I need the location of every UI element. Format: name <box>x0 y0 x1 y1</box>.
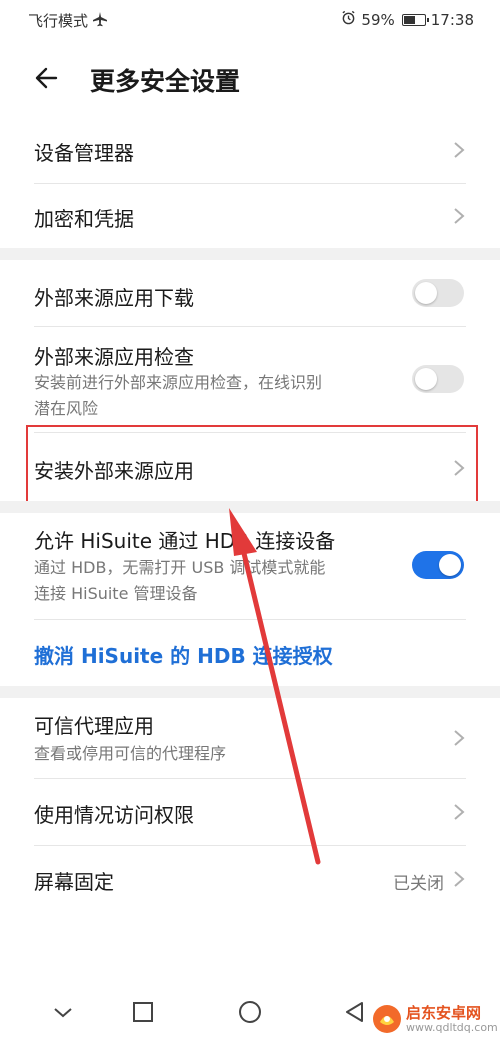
row-external-check[interactable]: 外部来源应用检查 安装前进行外部来源应用检查，在线识别 潜在风险 <box>0 327 500 432</box>
section-gap <box>0 248 500 260</box>
battery-fill <box>403 15 415 24</box>
airplane-icon <box>92 11 108 31</box>
row-subtitle-line2: 潜在风险 <box>34 399 99 418</box>
chevron-right-icon <box>452 802 466 822</box>
watermark-logo-icon <box>373 1005 401 1033</box>
nav-collapse-button[interactable] <box>48 997 78 1027</box>
nav-recents-button[interactable] <box>128 997 158 1027</box>
row-title: 设备管理器 <box>34 141 134 165</box>
toggle-knob <box>415 368 437 390</box>
row-subtitle: 查看或停用可信的代理程序 <box>34 744 227 763</box>
status-left: 飞行模式 <box>28 10 108 31</box>
alarm-icon <box>341 10 356 29</box>
nav-back-button[interactable] <box>340 997 370 1027</box>
chevron-right-icon <box>452 728 466 748</box>
back-button[interactable] <box>30 60 66 96</box>
row-encryption[interactable]: 加密和凭据 <box>0 184 500 248</box>
chevron-right-icon <box>452 206 466 226</box>
row-title: 允许 HiSuite 通过 HDB 连接设备 <box>34 529 336 553</box>
watermark-url: www.qdltdq.com <box>406 1021 498 1034</box>
row-title: 外部来源应用下载 <box>34 286 194 310</box>
row-external-download[interactable]: 外部来源应用下载 <box>0 260 500 326</box>
external-download-toggle[interactable] <box>412 279 464 307</box>
row-title: 可信代理应用 <box>34 714 154 738</box>
chevron-right-icon <box>452 869 466 889</box>
status-time: 17:38 <box>430 10 474 29</box>
page-title: 更多安全设置 <box>90 67 241 96</box>
square-icon <box>133 1002 153 1022</box>
hisuite-hdb-toggle[interactable] <box>412 551 464 579</box>
screen-pinning-value: 已关闭 <box>393 874 444 894</box>
highlight-box <box>26 425 478 511</box>
row-hisuite-hdb[interactable]: 允许 HiSuite 通过 HDB 连接设备 通过 HDB，无需打开 USB 调… <box>0 513 500 619</box>
status-right: 59% 17:38 <box>341 10 474 29</box>
revoke-hisuite-link[interactable]: 撤消 HiSuite 的 HDB 连接授权 <box>34 640 333 669</box>
section-gap <box>0 686 500 698</box>
row-subtitle-line2: 连接 HiSuite 管理设备 <box>34 584 198 603</box>
airplane-mode-label: 飞行模式 <box>28 12 89 30</box>
triangle-back-icon <box>346 1002 363 1022</box>
chevron-down-icon <box>54 1008 72 1018</box>
row-trust-agents[interactable]: 可信代理应用 查看或停用可信的代理程序 <box>0 698 500 778</box>
row-revoke-hisuite[interactable]: 撤消 HiSuite 的 HDB 连接授权 <box>0 620 500 686</box>
watermark-name: 启东安卓网 <box>406 1004 482 1022</box>
external-check-toggle[interactable] <box>412 365 464 393</box>
header: 更多安全设置 <box>0 50 500 106</box>
back-arrow-icon <box>35 67 58 89</box>
row-usage-access[interactable]: 使用情况访问权限 <box>0 779 500 845</box>
battery-percent: 59% <box>361 10 395 29</box>
row-title: 加密和凭据 <box>34 207 134 231</box>
row-title: 屏幕固定 <box>34 870 114 894</box>
row-title: 使用情况访问权限 <box>34 803 194 827</box>
chevron-right-icon <box>452 140 466 160</box>
section-gap <box>0 501 500 513</box>
row-device-admin[interactable]: 设备管理器 <box>0 117 500 183</box>
toggle-knob <box>415 282 437 304</box>
battery-icon <box>401 13 429 26</box>
circle-icon <box>239 1001 261 1023</box>
row-subtitle-line1: 通过 HDB，无需打开 USB 调试模式就能 <box>34 558 326 577</box>
row-title: 外部来源应用检查 <box>34 345 194 369</box>
nav-home-button[interactable] <box>235 997 265 1027</box>
row-screen-pinning[interactable]: 屏幕固定 已关闭 <box>0 846 500 912</box>
row-subtitle-line1: 安装前进行外部来源应用检查，在线识别 <box>34 373 323 392</box>
watermark: 启东安卓网 www.qdltdq.com <box>372 1000 498 1036</box>
toggle-knob <box>439 554 461 576</box>
status-bar: 飞行模式 59% 17:38 <box>0 0 500 40</box>
